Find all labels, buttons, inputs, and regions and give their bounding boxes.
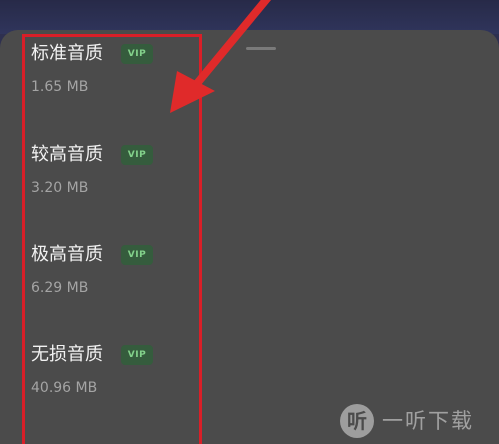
quality-option-size: 1.65 MB: [31, 79, 89, 95]
quality-option-label: 标准音质: [31, 43, 103, 64]
quality-option-size: 3.20 MB: [31, 180, 89, 196]
vip-badge: VIP: [121, 145, 153, 165]
vip-badge: VIP: [121, 245, 153, 265]
vip-badge: VIP: [121, 345, 153, 365]
quality-option-label: 无损音质: [31, 344, 103, 365]
quality-option-size: 6.29 MB: [31, 280, 89, 296]
sheet-drag-handle[interactable]: [246, 47, 276, 50]
quality-option-lossless[interactable]: 无损音质 VIP 40.96 MB: [31, 343, 211, 413]
quality-option-label: 极高音质: [31, 244, 103, 265]
quality-option-label: 较高音质: [31, 144, 103, 165]
top-background: [0, 0, 499, 34]
quality-option-standard[interactable]: 标准音质 VIP 1.65 MB: [31, 42, 211, 112]
quality-option-size: 40.96 MB: [31, 380, 98, 396]
quality-option-very-high[interactable]: 极高音质 VIP 6.29 MB: [31, 243, 211, 313]
vip-badge: VIP: [121, 44, 153, 64]
quality-option-higher[interactable]: 较高音质 VIP 3.20 MB: [31, 143, 211, 213]
screen: 标准音质 VIP 1.65 MB 较高音质 VIP 3.20 MB 极高音质 V…: [0, 0, 499, 444]
